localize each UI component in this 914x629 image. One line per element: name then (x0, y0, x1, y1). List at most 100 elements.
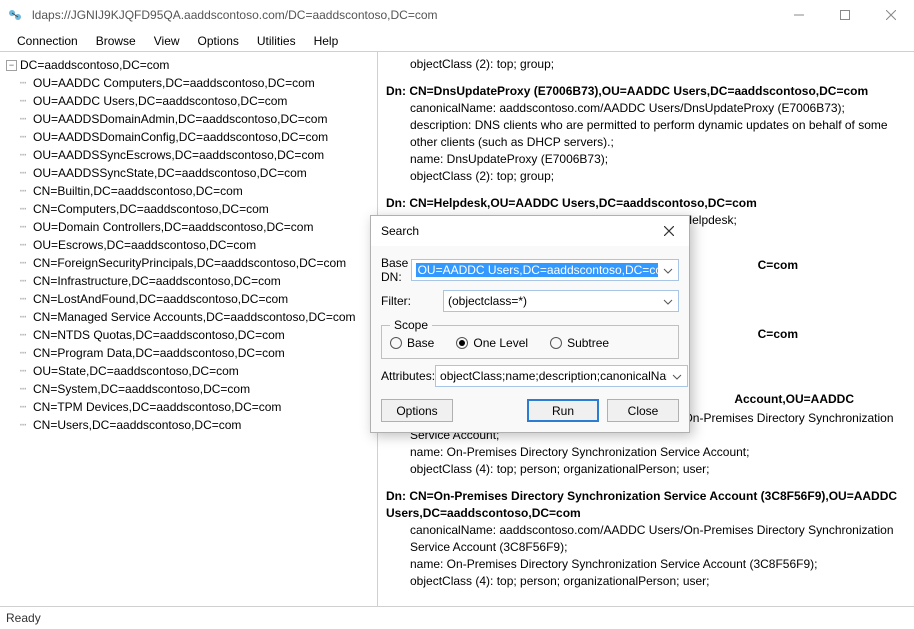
menu-help[interactable]: Help (305, 32, 348, 50)
search-dialog: Search Base DN: OU=AADDC Users,DC=aaddsc… (370, 215, 690, 433)
result-dn: Dn: CN=DnsUpdateProxy (E7006B73),OU=AADD… (386, 83, 908, 100)
status-bar: Ready (0, 607, 914, 629)
tree-guide-icon: ⋯ (16, 236, 30, 254)
tree-node[interactable]: ⋯OU=AADDSSyncEscrows,DC=aaddscontoso,DC=… (6, 146, 377, 164)
tree-node-label: CN=Program Data,DC=aaddscontoso,DC=com (33, 344, 285, 362)
tree-node-label: CN=NTDS Quotas,DC=aaddscontoso,DC=com (33, 326, 285, 344)
attributes-combo[interactable]: objectClass;name;description;canonicalNa… (435, 365, 688, 387)
scope-base-radio[interactable]: Base (390, 336, 434, 350)
chevron-down-icon (672, 371, 684, 383)
result-line: name: On-Premises Directory Synchronizat… (386, 444, 908, 461)
close-button[interactable] (868, 0, 914, 30)
tree-guide-icon: ⋯ (16, 200, 30, 218)
tree-guide-icon: ⋯ (16, 326, 30, 344)
close-button-dialog[interactable]: Close (607, 399, 679, 422)
menubar: Connection Browse View Options Utilities… (0, 30, 914, 52)
tree-node-label: CN=ForeignSecurityPrincipals,DC=aaddscon… (33, 254, 346, 272)
tree-node-label: CN=System,DC=aaddscontoso,DC=com (33, 380, 250, 398)
tree-node-label: OU=AADDC Computers,DC=aaddscontoso,DC=co… (33, 74, 315, 92)
base-dn-combo[interactable]: OU=AADDC Users,DC=aaddscontoso,DC=com (411, 259, 679, 281)
maximize-button[interactable] (822, 0, 868, 30)
result-line: objectClass (4): top; person; organizati… (386, 461, 908, 478)
tree-pane: − DC=aaddscontoso,DC=com ⋯OU=AADDC Compu… (0, 52, 378, 606)
tree-guide-icon: ⋯ (16, 146, 30, 164)
tree-node[interactable]: ⋯OU=Domain Controllers,DC=aaddscontoso,D… (6, 218, 377, 236)
tree-node[interactable]: ⋯CN=NTDS Quotas,DC=aaddscontoso,DC=com (6, 326, 377, 344)
tree-node[interactable]: ⋯OU=AADDSDomainConfig,DC=aaddscontoso,DC… (6, 128, 377, 146)
dialog-close-button[interactable] (659, 221, 679, 241)
chevron-down-icon (663, 296, 675, 308)
tree-guide-icon: ⋯ (16, 218, 30, 236)
tree-node[interactable]: ⋯CN=Computers,DC=aaddscontoso,DC=com (6, 200, 377, 218)
tree-node-label: CN=Computers,DC=aaddscontoso,DC=com (33, 200, 269, 218)
window-title: ldaps://JGNIJ9KJQFD95QA.aaddscontoso.com… (30, 8, 776, 22)
base-dn-label: Base DN: (381, 256, 411, 284)
tree-guide-icon: ⋯ (16, 308, 30, 326)
tree-node[interactable]: ⋯OU=Escrows,DC=aaddscontoso,DC=com (6, 236, 377, 254)
menu-browse[interactable]: Browse (87, 32, 145, 50)
menu-connection[interactable]: Connection (8, 32, 87, 50)
tree-node[interactable]: ⋯CN=TPM Devices,DC=aaddscontoso,DC=com (6, 398, 377, 416)
tree-node[interactable]: ⋯OU=State,DC=aaddscontoso,DC=com (6, 362, 377, 380)
tree-node[interactable]: ⋯CN=Users,DC=aaddscontoso,DC=com (6, 416, 377, 434)
tree-node-label: OU=AADDSSyncEscrows,DC=aaddscontoso,DC=c… (33, 146, 324, 164)
scope-fieldset: Scope Base One Level Subtree (381, 318, 679, 359)
menu-view[interactable]: View (145, 32, 189, 50)
tree-guide-icon: ⋯ (16, 380, 30, 398)
tree-node-label: CN=Builtin,DC=aaddscontoso,DC=com (33, 182, 243, 200)
result-line: description: DNS clients who are permitt… (386, 117, 908, 151)
tree-node-label: CN=Managed Service Accounts,DC=aaddscont… (33, 308, 356, 326)
tree-guide-icon: ⋯ (16, 182, 30, 200)
tree-guide-icon: ⋯ (16, 272, 30, 290)
status-text: Ready (6, 611, 41, 625)
tree-node-label: OU=Escrows,DC=aaddscontoso,DC=com (33, 236, 256, 254)
tree-node[interactable]: ⋯CN=Program Data,DC=aaddscontoso,DC=com (6, 344, 377, 362)
tree-node[interactable]: ⋯CN=Managed Service Accounts,DC=aaddscon… (6, 308, 377, 326)
filter-combo[interactable]: (objectclass=*) (443, 290, 679, 312)
collapse-icon[interactable]: − (6, 60, 17, 71)
tree-node[interactable]: ⋯CN=ForeignSecurityPrincipals,DC=aaddsco… (6, 254, 377, 272)
tree-guide-icon: ⋯ (16, 128, 30, 146)
minimize-button[interactable] (776, 0, 822, 30)
attributes-value: objectClass;name;description;canonicalNa… (440, 369, 667, 383)
tree-node[interactable]: ⋯CN=Builtin,DC=aaddscontoso,DC=com (6, 182, 377, 200)
tree-node-label: OU=AADDSDomainAdmin,DC=aaddscontoso,DC=c… (33, 110, 327, 128)
tree-guide-icon: ⋯ (16, 254, 30, 272)
tree-node[interactable]: ⋯CN=LostAndFound,DC=aaddscontoso,DC=com (6, 290, 377, 308)
tree-guide-icon: ⋯ (16, 92, 30, 110)
tree-node-label: CN=LostAndFound,DC=aaddscontoso,DC=com (33, 290, 288, 308)
tree-node[interactable]: ⋯OU=AADDC Users,DC=aaddscontoso,DC=com (6, 92, 377, 110)
scope-legend: Scope (390, 318, 432, 332)
result-terminator: ----------- (386, 600, 908, 606)
run-button[interactable]: Run (527, 399, 599, 422)
tree-guide-icon: ⋯ (16, 344, 30, 362)
result-line: name: DnsUpdateProxy (E7006B73); (386, 151, 908, 168)
tree-root-node[interactable]: − DC=aaddscontoso,DC=com (6, 56, 377, 74)
scope-subtree-radio[interactable]: Subtree (550, 336, 609, 350)
tree-node[interactable]: ⋯OU=AADDSSyncState,DC=aaddscontoso,DC=co… (6, 164, 377, 182)
menu-options[interactable]: Options (189, 32, 248, 50)
tree-node[interactable]: ⋯CN=Infrastructure,DC=aaddscontoso,DC=co… (6, 272, 377, 290)
result-line: name: On-Premises Directory Synchronizat… (386, 556, 908, 573)
options-button[interactable]: Options (381, 399, 453, 422)
tree-node[interactable]: ⋯OU=AADDC Computers,DC=aaddscontoso,DC=c… (6, 74, 377, 92)
tree-node-label: OU=State,DC=aaddscontoso,DC=com (33, 362, 239, 380)
scope-onelevel-radio[interactable]: One Level (456, 336, 528, 350)
titlebar: ldaps://JGNIJ9KJQFD95QA.aaddscontoso.com… (0, 0, 914, 30)
attributes-label: Attributes: (381, 369, 435, 383)
app-icon (0, 0, 30, 30)
filter-value: (objectclass=*) (448, 294, 658, 308)
tree-guide-icon: ⋯ (16, 362, 30, 380)
tree-node[interactable]: ⋯CN=System,DC=aaddscontoso,DC=com (6, 380, 377, 398)
tree-guide-icon: ⋯ (16, 290, 30, 308)
result-line: canonicalName: aaddscontoso.com/AADDC Us… (386, 522, 908, 556)
tree-node-label: OU=AADDSDomainConfig,DC=aaddscontoso,DC=… (33, 128, 328, 146)
tree-root-label: DC=aaddscontoso,DC=com (20, 56, 169, 74)
tree-guide-icon: ⋯ (16, 398, 30, 416)
dialog-titlebar: Search (371, 216, 689, 246)
menu-utilities[interactable]: Utilities (248, 32, 305, 50)
chevron-down-icon (663, 265, 675, 277)
filter-label: Filter: (381, 294, 443, 308)
tree-node-label: CN=Infrastructure,DC=aaddscontoso,DC=com (33, 272, 281, 290)
tree-node[interactable]: ⋯OU=AADDSDomainAdmin,DC=aaddscontoso,DC=… (6, 110, 377, 128)
